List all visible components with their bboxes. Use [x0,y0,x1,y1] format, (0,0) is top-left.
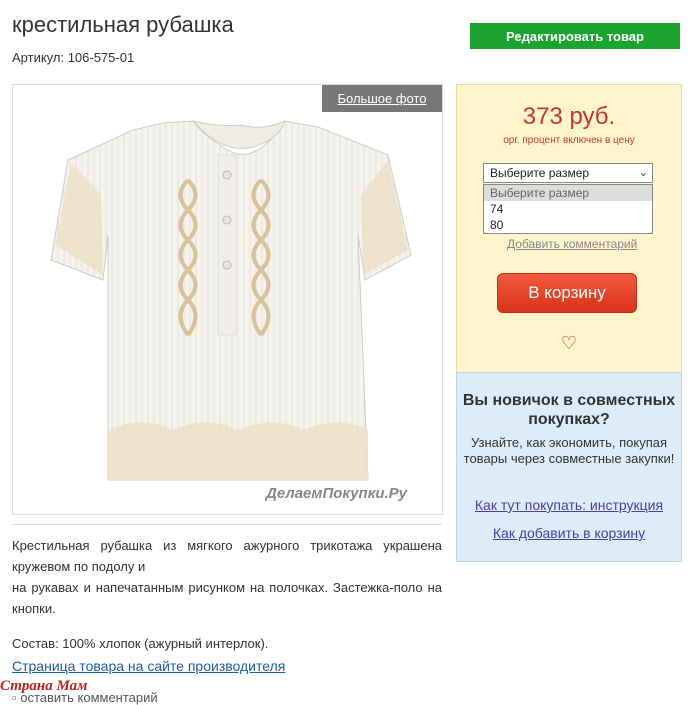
size-option-80[interactable]: 80 [484,217,652,233]
how-to-add-link[interactable]: Как добавить в корзину [457,525,681,541]
product-composition: Состав: 100% хлопок (ажурный интерлок). [12,636,269,651]
size-option-74[interactable]: 74 [484,201,652,217]
chevron-down-icon: ⌄ [638,167,648,179]
manufacturer-page-link[interactable]: Страница товара на сайте производителя [12,658,285,674]
product-title: крестильная рубашка [12,12,234,37]
divider [12,524,442,525]
heart-icon[interactable]: ♡ [457,333,681,354]
photo-watermark: ДелаемПокупки.Ру [266,485,407,502]
purchase-panel: 373 руб. орг. процент включен в цену Выб… [456,84,682,374]
product-description: Крестильная рубашка из мягкого ажурного … [12,535,442,619]
product-price: 373 руб. [522,103,616,130]
newbie-title: Вы новичок в совместных покупках? [462,392,676,428]
description-line-1: Крестильная рубашка из мягкого ажурного … [12,538,442,574]
edit-product-button[interactable]: Редактировать товар [470,23,680,49]
site-logo: Страна Мам [0,678,88,694]
price-note: орг. процент включен в цену [503,135,635,146]
product-sku: Артикул: 106-575-01 [12,50,135,65]
add-to-cart-button[interactable]: В корзину [497,273,637,313]
newbie-panel: Вы новичок в совместных покупках? Узнайт… [456,372,682,562]
add-comment-link[interactable]: Добавить комментарий [507,237,637,251]
big-photo-button[interactable]: Большое фото [322,85,442,112]
how-to-buy-link[interactable]: Как тут покупать: инструкция [457,497,681,513]
description-line-2: на рукавах и напечатанным рисунком на по… [12,580,442,616]
size-dropdown-list: Выберите размер 74 80 [483,184,653,234]
newbie-text: Узнайте, как экономить, покупая товары ч… [463,435,675,466]
size-select-value: Выберите размер [490,166,590,180]
product-photo-frame: Большое фото ДелаемПокупки.Ру [12,84,443,515]
size-option-placeholder[interactable]: Выберите размер [484,185,652,201]
product-photo[interactable] [13,85,442,514]
size-select[interactable]: Выберите размер ⌄ [483,163,653,183]
